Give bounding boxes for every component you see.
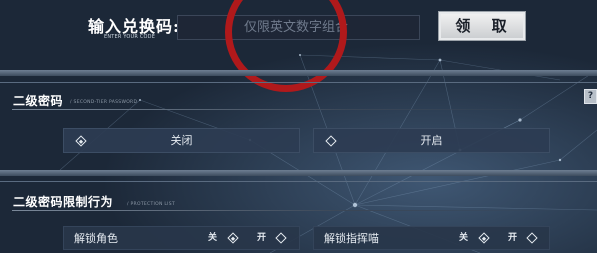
section-divider-line: [0, 82, 597, 83]
toggle-on-label: 开: [257, 233, 267, 243]
section-divider: [0, 170, 597, 176]
redeem-subtitle: ENTER YOUR CODE: [104, 34, 156, 40]
diamond-empty-icon: [275, 232, 287, 244]
diamond-selected-icon: [227, 232, 239, 244]
toggle-on-label: 开: [508, 233, 518, 243]
option-label-on: 开启: [420, 134, 443, 147]
toggle-on-checkbox[interactable]: [274, 231, 288, 245]
toggle-off-label: 关: [459, 233, 469, 243]
restriction-rule: [12, 210, 572, 211]
section-divider: [0, 70, 597, 76]
section-divider-line: [0, 181, 597, 182]
second-password-on-option[interactable]: 开启: [313, 128, 550, 153]
toggle-off-checkbox[interactable]: [477, 231, 491, 245]
second-password-off-option[interactable]: 关闭: [63, 128, 300, 153]
second-password-rule: [12, 109, 572, 110]
toggle-off-label: 关: [208, 233, 218, 243]
option-label-off: 关闭: [170, 134, 193, 147]
restriction-title: 二级密码限制行为: [13, 195, 114, 209]
unlock-commander-cat-label: 解锁指挥喵: [324, 232, 379, 245]
diamond-selected-icon: [478, 232, 490, 244]
diamond-empty-icon: [526, 232, 538, 244]
unlock-commander-cat-row: 解锁指挥喵 关 开: [313, 226, 550, 250]
toggle-off-checkbox[interactable]: [226, 231, 240, 245]
unlock-character-label: 解锁角色: [74, 232, 118, 245]
help-icon[interactable]: ?: [584, 89, 597, 104]
toggle-on-checkbox[interactable]: [525, 231, 539, 245]
unlock-character-row: 解锁角色 关 开: [63, 226, 300, 250]
redeem-claim-button[interactable]: 领 取: [438, 11, 526, 41]
restriction-subtitle: / PROTECTION LIST: [127, 202, 176, 207]
second-password-subtitle: / SECOND-TIER PASSWORD: [70, 100, 138, 105]
redeem-code-input[interactable]: [177, 15, 420, 40]
second-password-title: 二级密码: [13, 94, 64, 108]
